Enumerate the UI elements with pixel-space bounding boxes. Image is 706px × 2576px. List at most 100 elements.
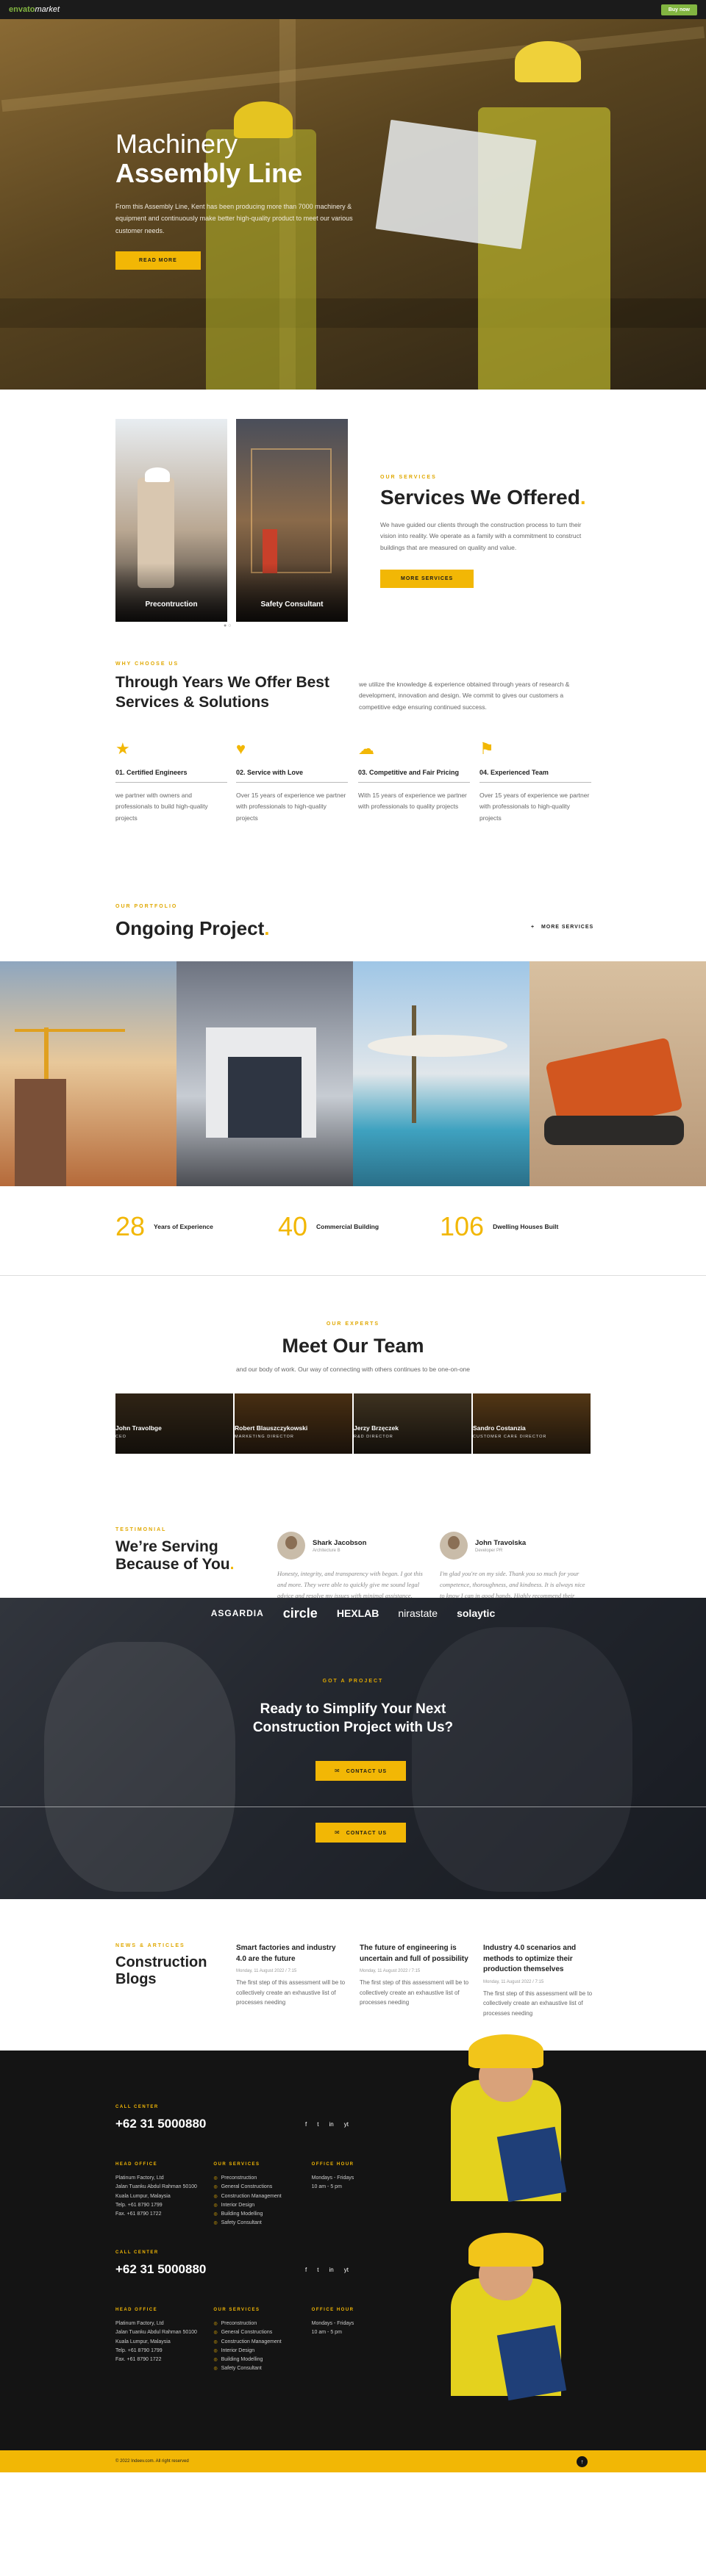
project-image-excavator[interactable]: [530, 961, 706, 1186]
phone-number[interactable]: +62 31 5000880: [115, 2117, 410, 2131]
phone-number[interactable]: +62 31 5000880: [115, 2262, 410, 2277]
footer-service-link[interactable]: Building Modelling: [213, 2210, 311, 2219]
envelope-icon: ✉: [335, 1829, 340, 1836]
feature-text: Over 15 years of experience we partner w…: [236, 792, 346, 822]
hero-section: Machinery Assembly Line From this Assemb…: [0, 19, 706, 390]
call-center-label: Call Center: [115, 2250, 159, 2255]
contact-us-button[interactable]: ✉ Contact Us: [315, 1761, 407, 1781]
avatar: [277, 1532, 305, 1560]
top-bar: envatomarket Buy now: [0, 0, 706, 19]
project-image-cranes[interactable]: [0, 961, 176, 1186]
instagram-icon[interactable]: in: [329, 2267, 333, 2273]
footer-service-link[interactable]: Interior Design: [213, 2347, 311, 2356]
footer-service-link[interactable]: General Constructions: [213, 2183, 311, 2192]
services-title: Services We Offered.: [380, 486, 586, 509]
hero-description: From this Assembly Line, Kent has been p…: [115, 203, 353, 234]
footer-service-link[interactable]: Safety Consultant: [213, 2219, 311, 2228]
service-card-precontruction[interactable]: Precontruction: [115, 419, 227, 622]
blog-post[interactable]: Smart factories and industry 4.0 are the…: [236, 1943, 346, 2020]
footer-contact-block: Call Center +62 31 5000880 f t in yt Hea…: [115, 2250, 410, 2374]
twitter-icon[interactable]: t: [317, 2121, 318, 2128]
social-links: f t in yt: [305, 2267, 349, 2273]
project-tag: Our Portfolio: [115, 904, 178, 909]
services-tag: Our Services: [380, 475, 437, 480]
footer-service-link[interactable]: Preconstruction: [213, 2320, 311, 2328]
head-office-label: Head Office: [115, 2308, 158, 2312]
footer-worker-image: [407, 2028, 620, 2203]
testimonial-tag: Testimonial: [115, 1527, 167, 1532]
feature-text: Over 15 years of experience we partner w…: [479, 792, 590, 822]
brand-logo: ASGARDIA: [210, 1608, 264, 1618]
blogs-tag: News & Articles: [115, 1943, 185, 1948]
feature-text: With 15 years of experience we partner w…: [358, 792, 467, 811]
footer-bottom-bar: © 2022 Indeev.com. All right reserved ↑: [0, 2450, 706, 2472]
youtube-icon[interactable]: yt: [344, 2267, 349, 2273]
more-services-button[interactable]: More Services: [380, 569, 474, 588]
arrow-up-icon: ↑: [580, 2458, 584, 2465]
instagram-icon[interactable]: in: [329, 2121, 333, 2128]
stats-section: 28 Years of Experience 40 Commercial Build…: [0, 1186, 706, 1276]
project-gallery: [0, 961, 706, 1186]
feature-title: 03. Competitive and Fair Pricing: [358, 769, 470, 783]
more-services-link[interactable]: + More Services: [531, 925, 593, 930]
hero-title-line2: Assembly Line: [115, 157, 303, 188]
feature-title: 04. Experienced Team: [479, 769, 591, 783]
footer-worker-image: [407, 2227, 620, 2401]
footer-service-link[interactable]: Construction Management: [213, 2338, 311, 2347]
footer-service-link[interactable]: General Constructions: [213, 2328, 311, 2337]
feature-certified-engineers: ★ 01. Certified Engineers we partner wit…: [115, 739, 227, 824]
project-image-modern-house[interactable]: [176, 961, 353, 1186]
stat-dwelling: 106 Dwelling Houses Built: [440, 1211, 559, 1241]
contact-us-button-secondary[interactable]: ✉ Contact Us: [315, 1823, 407, 1843]
project-image-pool[interactable]: [353, 961, 530, 1186]
why-choose-us-section: Why Choose Us Through Years We Offer Bes…: [0, 623, 706, 851]
stat-commercial: 40 Commercial Building: [278, 1211, 379, 1241]
office-hour-label: Office Hour: [311, 2308, 354, 2312]
brand-logo: circle: [282, 1605, 318, 1621]
facebook-icon[interactable]: f: [305, 2267, 307, 2273]
heart-pulse-icon: ♥: [236, 739, 246, 758]
envato-logo[interactable]: envatomarket: [9, 5, 60, 14]
social-links: f t in yt: [305, 2121, 349, 2128]
twitter-icon[interactable]: t: [317, 2267, 318, 2273]
call-center-label: Call Center: [115, 2105, 159, 2109]
read-more-button[interactable]: Read More: [115, 251, 201, 270]
feature-service-with-love: ♥ 02. Service with Love Over 15 years of…: [236, 739, 348, 824]
team-tag: Our Experts: [326, 1321, 380, 1327]
award-icon: ★: [115, 739, 130, 758]
footer-service-link[interactable]: Building Modelling: [213, 2356, 311, 2364]
hero-blueprint: [375, 119, 537, 250]
blog-post[interactable]: The future of engineering is uncertain a…: [360, 1943, 470, 2020]
footer-service-link[interactable]: Construction Management: [213, 2192, 311, 2201]
plus-icon: +: [531, 925, 541, 930]
feature-text: we partner with owners and professionals…: [115, 792, 208, 822]
why-description: we utilize the knowledge & experience ob…: [359, 681, 570, 711]
services-description: We have guided our clients through the c…: [380, 521, 582, 551]
brand-logos: ASGARDIA circle HEXLAB nirastate solayti…: [0, 1604, 706, 1623]
brand-logo: HEXLAB: [336, 1607, 379, 1619]
footer-contact-block: Call Center +62 31 5000880 f t in yt Hea…: [115, 2105, 410, 2228]
hero-hardhat-right: [515, 41, 581, 82]
feature-title: 01. Certified Engineers: [115, 769, 227, 783]
testimonial-title: We’re Serving Because of You.: [115, 1538, 235, 1574]
footer-service-link[interactable]: Interior Design: [213, 2201, 311, 2210]
scroll-to-top-button[interactable]: ↑: [577, 2456, 588, 2467]
page-tail: [0, 2472, 706, 2576]
footer-service-link[interactable]: Safety Consultant: [213, 2364, 311, 2373]
facebook-icon[interactable]: f: [305, 2121, 307, 2128]
our-services-label: Our Services: [213, 2308, 260, 2312]
cta-title: Ready to Simplify Your Next Construction …: [252, 1701, 454, 1735]
why-tag: Why Choose Us: [115, 661, 179, 667]
service-card-safety-consultant[interactable]: Safety Consultant: [236, 419, 348, 622]
team-title: Meet Our Team: [282, 1335, 424, 1357]
project-header: Our Portfolio Ongoing Project. + More Se…: [0, 851, 706, 961]
testimonial-section: Testimonial We’re Serving Because of You.…: [0, 1438, 706, 1610]
blog-post[interactable]: Industry 4.0 scenarios and methods to op…: [483, 1943, 593, 2020]
footer-service-link[interactable]: Preconstruction: [213, 2174, 311, 2183]
avatar: [440, 1532, 468, 1560]
stat-years: 28 Years of Experience: [115, 1211, 213, 1241]
youtube-icon[interactable]: yt: [344, 2121, 349, 2128]
buy-now-button[interactable]: Buy now: [660, 4, 697, 15]
services-section: Precontruction Safety Consultant Our Ser…: [0, 390, 706, 628]
feature-fair-pricing: ☁ 03. Competitive and Fair Pricing With …: [358, 739, 470, 813]
